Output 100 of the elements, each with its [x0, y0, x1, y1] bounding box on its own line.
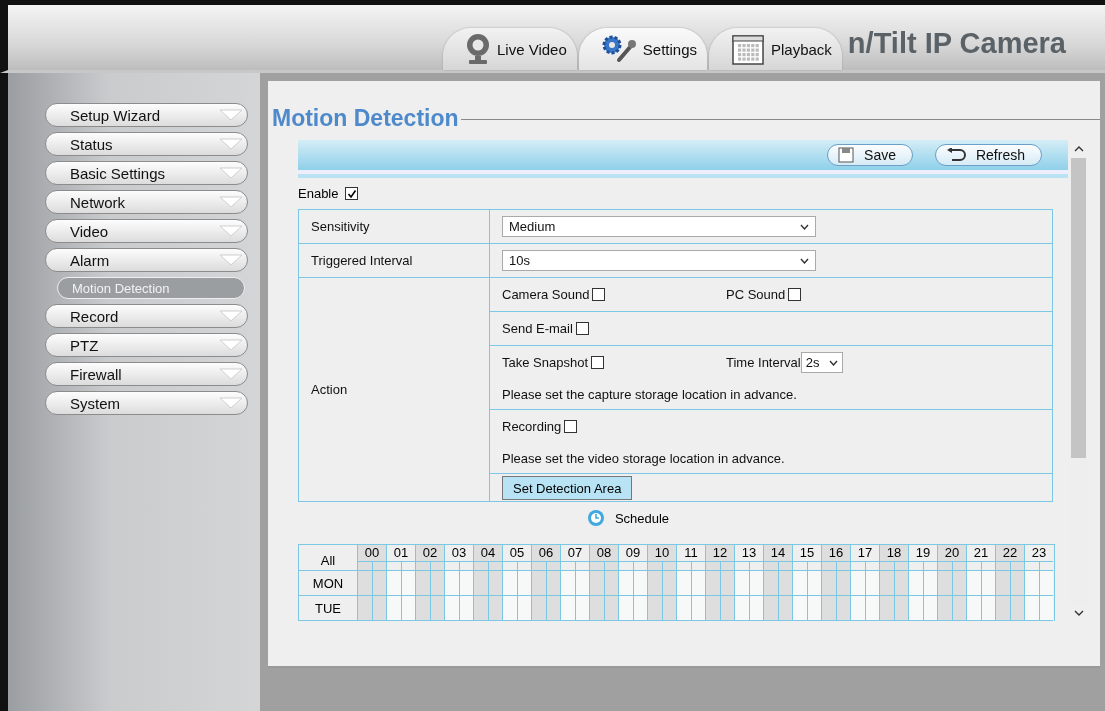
hour-header[interactable]: 10 [647, 545, 676, 561]
schedule-cell[interactable] [850, 571, 865, 596]
menu-item[interactable]: Status [45, 132, 248, 156]
nav-tab[interactable]: Playback [709, 28, 842, 70]
schedule-cell[interactable] [850, 596, 865, 621]
refresh-button[interactable]: Refresh [934, 144, 1042, 166]
half-hour-cell[interactable] [531, 561, 546, 571]
half-hour-cell[interactable] [995, 561, 1010, 571]
interval-select[interactable]: 10s [502, 250, 816, 271]
menu-item[interactable]: Video [45, 219, 248, 243]
menu-item[interactable]: System [45, 391, 248, 415]
schedule-cell[interactable] [676, 571, 691, 596]
schedule-cell[interactable] [386, 571, 401, 596]
scroll-up-icon[interactable] [1073, 146, 1084, 152]
hour-header[interactable]: 00 [357, 545, 386, 561]
schedule-cell[interactable] [879, 596, 894, 621]
half-hour-cell[interactable] [893, 561, 908, 571]
schedule-cell[interactable] [995, 571, 1010, 596]
schedule-cell[interactable] [357, 596, 372, 621]
half-hour-cell[interactable] [429, 561, 444, 571]
schedule-cell[interactable] [502, 596, 517, 621]
hour-header[interactable]: 22 [995, 545, 1024, 561]
half-hour-cell[interactable] [1009, 561, 1024, 571]
schedule-cell[interactable] [821, 571, 836, 596]
half-hour-cell[interactable] [777, 561, 792, 571]
schedule-cell[interactable] [560, 571, 575, 596]
schedule-cell[interactable] [1024, 571, 1039, 596]
schedule-cell[interactable] [415, 596, 430, 621]
hour-header[interactable]: 23 [1024, 545, 1053, 561]
schedule-cell[interactable] [734, 571, 749, 596]
schedule-cell[interactable] [531, 596, 546, 621]
schedule-cell[interactable] [415, 571, 430, 596]
schedule-cell[interactable] [705, 571, 720, 596]
schedule-cell[interactable] [444, 596, 459, 621]
hour-header[interactable]: 12 [705, 545, 734, 561]
schedule-cell[interactable] [763, 571, 778, 596]
half-hour-cell[interactable] [719, 561, 734, 571]
schedule-cell[interactable] [995, 596, 1010, 621]
checkbox[interactable] [591, 356, 604, 369]
schedule-cell[interactable] [444, 571, 459, 596]
schedule-cell[interactable] [618, 596, 633, 621]
schedule-cell[interactable] [792, 596, 807, 621]
menu-item[interactable]: Alarm [45, 248, 248, 272]
half-hour-cell[interactable] [473, 561, 488, 571]
schedule-cell[interactable] [937, 571, 952, 596]
checkbox[interactable] [788, 288, 802, 301]
half-hour-cell[interactable] [415, 561, 430, 571]
schedule-cell[interactable] [821, 596, 836, 621]
detection-area-button[interactable]: Set Detection Area [502, 476, 633, 500]
save-button[interactable]: Save [827, 144, 913, 166]
menu-item[interactable]: Firewall [45, 362, 248, 386]
half-hour-cell[interactable] [371, 561, 386, 571]
half-hour-cell[interactable] [487, 561, 502, 571]
schedule-cell[interactable] [560, 596, 575, 621]
hour-header[interactable]: 16 [821, 545, 850, 561]
schedule-cell[interactable] [473, 571, 488, 596]
half-hour-cell[interactable] [937, 561, 952, 571]
schedule-cell[interactable] [589, 596, 604, 621]
schedule-cell[interactable] [357, 571, 372, 596]
schedule-cell[interactable] [966, 596, 981, 621]
nav-tab[interactable]: Live Video [443, 28, 577, 70]
hour-header[interactable]: 04 [473, 545, 502, 561]
schedule-cell[interactable] [966, 571, 981, 596]
menu-item[interactable]: Basic Settings [45, 161, 248, 185]
menu-item[interactable]: PTZ [45, 333, 248, 357]
checkbox[interactable] [575, 322, 589, 335]
half-hour-cell[interactable] [589, 561, 604, 571]
time-interval-select[interactable]: 2s [800, 352, 843, 373]
checkbox[interactable] [564, 420, 578, 433]
schedule-cell[interactable] [473, 596, 488, 621]
nav-tab[interactable]: Settings [578, 28, 707, 70]
schedule-cell[interactable] [618, 571, 633, 596]
half-hour-cell[interactable] [647, 561, 662, 571]
schedule-cell[interactable] [676, 596, 691, 621]
hour-header[interactable]: 06 [531, 545, 560, 561]
hour-header[interactable]: 02 [415, 545, 444, 561]
schedule-cell[interactable] [502, 571, 517, 596]
schedule-cell[interactable] [908, 596, 923, 621]
menu-item[interactable]: Setup Wizard [45, 103, 248, 127]
half-hour-cell[interactable] [763, 561, 778, 571]
half-hour-cell[interactable] [661, 561, 676, 571]
schedule-cell[interactable] [908, 571, 923, 596]
schedule-cell[interactable] [647, 596, 662, 621]
menu-item[interactable]: Network [45, 190, 248, 214]
schedule-cell[interactable] [531, 571, 546, 596]
hour-header[interactable]: 20 [937, 545, 966, 561]
schedule-cell[interactable] [763, 596, 778, 621]
half-hour-cell[interactable] [357, 561, 372, 571]
schedule-cell[interactable] [705, 596, 720, 621]
schedule-cell[interactable] [937, 596, 952, 621]
half-hour-cell[interactable] [821, 561, 836, 571]
checkbox[interactable] [345, 187, 359, 200]
schedule-cell[interactable] [734, 596, 749, 621]
scroll-down-icon[interactable] [1073, 610, 1084, 616]
hour-header[interactable]: 08 [589, 545, 618, 561]
half-hour-cell[interactable] [951, 561, 966, 571]
schedule-cell[interactable] [879, 571, 894, 596]
schedule-cell[interactable] [386, 596, 401, 621]
half-hour-cell[interactable] [835, 561, 850, 571]
half-hour-cell[interactable] [879, 561, 894, 571]
